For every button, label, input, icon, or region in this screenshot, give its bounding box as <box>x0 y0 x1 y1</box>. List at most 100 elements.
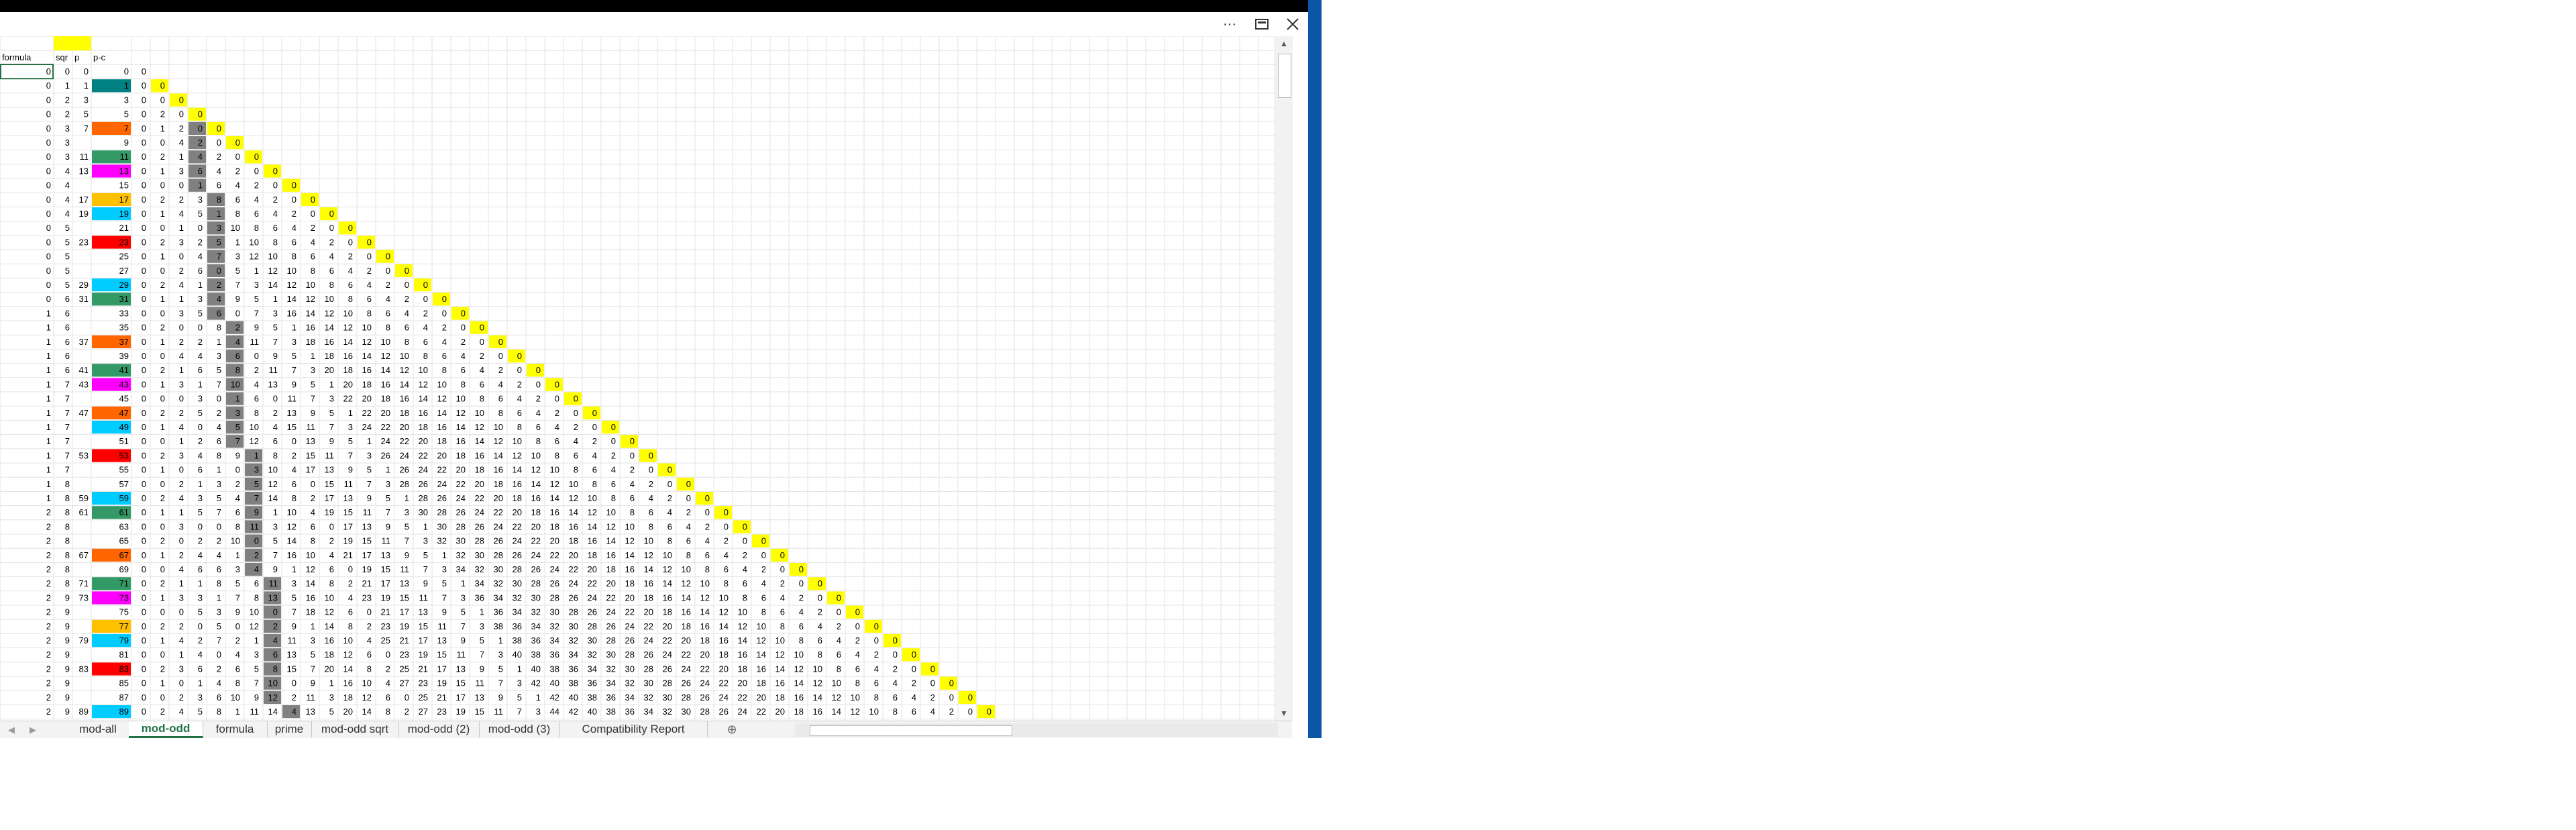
residue-value: 6 <box>217 692 221 703</box>
residue-value: 4 <box>235 650 240 660</box>
residue-value: 34 <box>569 650 578 660</box>
residue-value: 8 <box>311 266 315 276</box>
residue-value: 1 <box>329 379 334 389</box>
residue-value: 0 <box>160 180 165 191</box>
residue-value: 32 <box>437 536 447 546</box>
residue-value: 28 <box>663 678 672 688</box>
residue-value: 0 <box>667 479 672 489</box>
residue-value: 6 <box>442 351 447 361</box>
residue-value: 32 <box>625 678 635 688</box>
residue-value: 1 <box>536 692 541 703</box>
residue-value: 9 <box>273 351 278 361</box>
more-options-button[interactable]: ··· <box>1214 13 1245 35</box>
header-sqr: sqr <box>56 52 68 62</box>
residue-value: 8 <box>555 450 559 460</box>
cell-value: 1 <box>46 351 51 361</box>
horizontal-scrollbar[interactable] <box>795 723 1278 737</box>
sheet-tab-prime[interactable]: prime <box>267 721 312 737</box>
residue-value: 22 <box>362 408 372 418</box>
residue-value: 0 <box>536 379 541 389</box>
residue-value: 5 <box>217 621 221 631</box>
residue-value: 26 <box>719 707 729 717</box>
residue-value: 4 <box>386 294 390 304</box>
residue-value: 20 <box>569 550 578 560</box>
sheet-tab-mod-all[interactable]: mod-all <box>67 721 129 737</box>
cell-value: 75 <box>119 607 129 617</box>
residue-value: 4 <box>217 550 221 560</box>
cell-value: 83 <box>119 664 129 674</box>
header-pc: p-c <box>93 52 106 62</box>
residue-value: 9 <box>480 664 484 674</box>
close-button[interactable] <box>1277 13 1308 35</box>
sheet-tab-mod-odd-sqrt[interactable]: mod-odd sqrt <box>311 721 399 737</box>
residue-value: 1 <box>160 678 165 688</box>
residue-value: 14 <box>362 707 372 717</box>
cell-value: 0 <box>46 223 51 233</box>
sheet-tab-mod-odd-2[interactable]: mod-odd (2) <box>398 721 480 737</box>
residue-value: 34 <box>475 578 484 588</box>
residue-value: 0 <box>217 650 221 660</box>
residue-value: 7 <box>292 607 297 617</box>
cell-value: 47 <box>119 408 129 418</box>
desktop-edge-strip <box>1308 0 1322 738</box>
residue-value: 4 <box>705 536 710 546</box>
residue-value: 10 <box>832 678 841 688</box>
restore-button[interactable] <box>1246 13 1277 35</box>
cell-value: 1 <box>124 81 129 91</box>
residue-value: 3 <box>198 592 203 603</box>
cell-value: 2 <box>46 592 51 603</box>
residue-value: 0 <box>348 564 353 574</box>
diagonal-zero: 0 <box>987 707 991 717</box>
residue-value: 26 <box>513 550 522 560</box>
chevron-left-icon[interactable]: ◀ <box>5 723 17 737</box>
cell-value: 0 <box>46 280 51 290</box>
scroll-down-icon[interactable]: ▼ <box>1275 706 1293 721</box>
residue-value: 16 <box>287 550 297 560</box>
diagonal-zero: 0 <box>348 223 353 233</box>
cell-value: 53 <box>79 450 89 460</box>
residue-value: 3 <box>198 394 203 404</box>
diagonal-zero: 0 <box>480 323 484 333</box>
vertical-scroll-thumb[interactable] <box>1278 54 1291 98</box>
residue-value: 2 <box>292 692 297 703</box>
residue-value: 0 <box>254 536 259 546</box>
residue-value: 12 <box>588 507 597 517</box>
residue-value: 4 <box>855 650 860 660</box>
residue-value: 28 <box>475 536 484 546</box>
residue-value: 12 <box>419 379 428 389</box>
residue-value: 5 <box>217 237 221 247</box>
residue-value: 4 <box>461 351 466 361</box>
residue-value: 9 <box>292 621 297 631</box>
residue-zero: 0 <box>142 536 146 546</box>
chevron-right-icon[interactable]: ▶ <box>27 723 39 737</box>
diagonal-zero: 0 <box>686 479 691 489</box>
residue-value: 4 <box>780 592 785 603</box>
residue-value: 10 <box>306 280 315 290</box>
residue-value: 4 <box>179 707 184 717</box>
residue-value: 2 <box>348 578 353 588</box>
vertical-scrollbar[interactable]: ▲ ▼ <box>1275 36 1293 721</box>
worksheet-grid[interactable]: formula sqr p p-c0 0 0 0 00 1 1 1 0 00 2 3 3 0 000 2 5 5 0 02 0… <box>0 36 1275 721</box>
residue-value: 40 <box>550 678 559 688</box>
sheet-tab-formula[interactable]: formula <box>203 721 268 737</box>
horizontal-scroll-thumb[interactable] <box>810 725 1012 736</box>
cell-value: 0 <box>46 195 51 205</box>
scroll-up-icon[interactable]: ▲ <box>1275 36 1293 51</box>
cell-value: 7 <box>124 123 129 134</box>
residue-value: 5 <box>235 578 240 588</box>
plus-circle-icon[interactable]: ⊕ <box>724 723 739 736</box>
residue-value: 6 <box>686 536 691 546</box>
residue-value: 22 <box>682 650 691 660</box>
sheet-tab-compatibility-report[interactable]: Compatibility Report <box>559 721 708 737</box>
residue-value: 4 <box>179 209 184 219</box>
residue-value: 12 <box>343 323 353 333</box>
residue-value: 40 <box>588 707 597 717</box>
residue-value: 7 <box>217 379 221 389</box>
residue-value: 1 <box>198 479 203 489</box>
residue-value: 7 <box>367 479 372 489</box>
sheet-tab-mod-odd[interactable]: mod-odd <box>129 721 203 738</box>
sheet-tab-mod-odd-3[interactable]: mod-odd (3) <box>479 721 560 737</box>
residue-value: 11 <box>382 536 391 546</box>
residue-value: 26 <box>588 607 597 617</box>
residue-value: 1 <box>179 436 184 446</box>
